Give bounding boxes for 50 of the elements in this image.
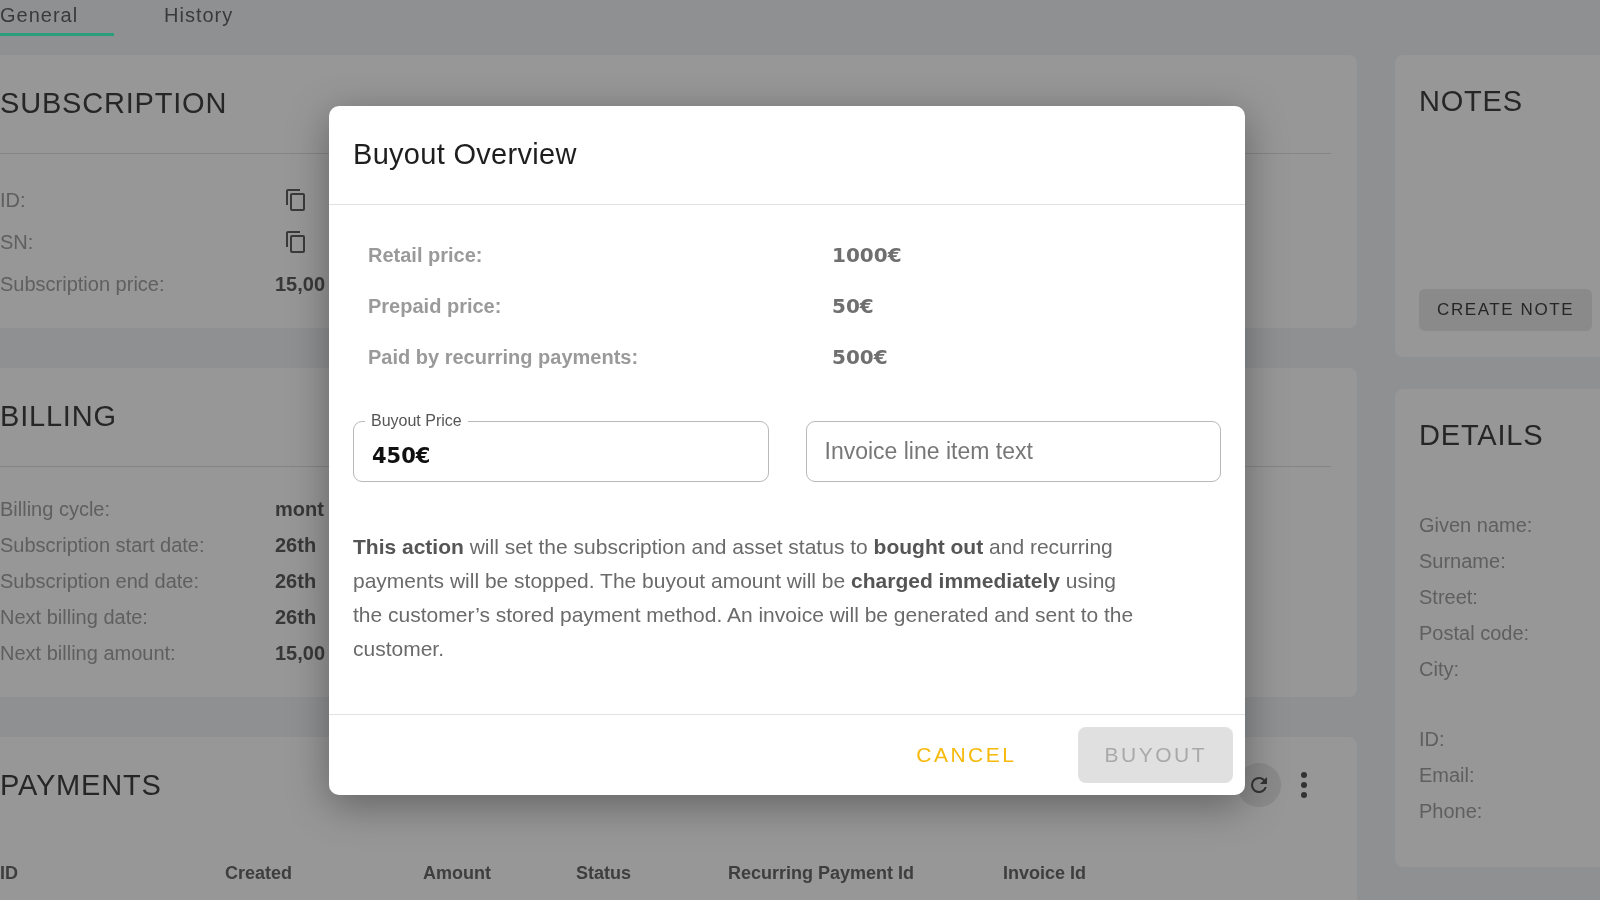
field-value: 26th <box>275 570 317 592</box>
field-label: Subscription price: <box>0 272 166 296</box>
field-label: Given name: <box>1419 513 1534 537</box>
floating-label: Buyout Price <box>365 412 468 430</box>
field-label: Subscription end date: <box>0 569 201 593</box>
field-value: 15,00 <box>275 642 326 664</box>
price-label: Paid by recurring payments: <box>368 345 640 369</box>
tab[interactable]: General <box>0 4 114 36</box>
field-value: 15,00 <box>275 273 326 295</box>
more-options-icon[interactable] <box>1301 772 1307 798</box>
copy-icon[interactable] <box>285 188 307 212</box>
field-label: ID: <box>0 188 27 212</box>
field-label: ID: <box>1419 727 1446 751</box>
price-label: Prepaid price: <box>368 294 503 318</box>
column-header: Recurring Payment Id <box>728 863 916 884</box>
field-label: SN: <box>0 230 35 254</box>
section-title: DETAILS <box>1419 418 1544 453</box>
field-label: Street: <box>1419 585 1479 609</box>
copy-icon[interactable] <box>285 230 307 254</box>
field-value: mont <box>275 498 324 520</box>
column-header: Invoice Id <box>1003 863 1088 884</box>
tab[interactable]: History <box>164 4 278 36</box>
invoice-text-field[interactable]: Invoice line item text <box>805 412 1221 482</box>
section-title: NOTES <box>1419 84 1523 119</box>
create-note-button[interactable]: CREATE NOTE <box>1419 289 1593 331</box>
dialog-message: This action will set the subscription and asset status to bought out and recurring payments will be stopped. The buyout amount will be charged immediately using the customer’s stored payment method. An invoice will be generated and sent to the customer. <box>352 534 1135 662</box>
column-header: Status <box>576 863 632 884</box>
price-label: Retail price: <box>368 243 484 267</box>
field-label: Email: <box>1419 763 1476 787</box>
field-value: 26th <box>275 606 317 628</box>
column-header: Created <box>225 863 294 884</box>
dialog-title: Buyout Overview <box>352 137 578 172</box>
field-label: Postal code: <box>1419 621 1531 645</box>
field-label: Subscription start date: <box>0 533 206 557</box>
column-header: Amount <box>423 863 492 884</box>
field-label: City: <box>1419 657 1460 681</box>
field-label: Billing cycle: <box>0 497 112 521</box>
field-label: Surname: <box>1419 549 1507 573</box>
field-label: Next billing amount: <box>0 641 177 665</box>
buyout-price-field[interactable]: 450€ Buyout Price <box>353 412 769 482</box>
field-label: Next billing date: <box>0 605 149 629</box>
column-header: ID <box>0 863 19 884</box>
section-title: SUBSCRIPTION <box>0 86 228 121</box>
price-value: 500€ <box>832 345 889 369</box>
section-title: PAYMENTS <box>0 768 162 803</box>
section-title: BILLING <box>0 399 117 434</box>
price-value: 1000€ <box>832 243 903 267</box>
field-label: Phone: <box>1419 799 1484 823</box>
field-value: 26th <box>275 534 317 556</box>
price-value: 50€ <box>832 294 875 318</box>
